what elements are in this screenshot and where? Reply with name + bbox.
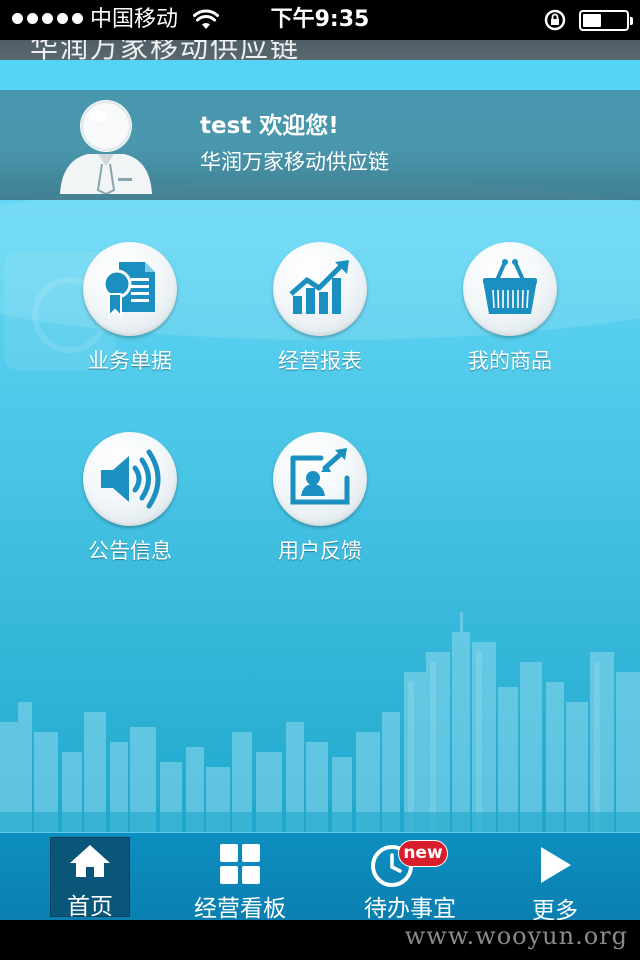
status-bar: 中国移动 下午9:35 [0, 0, 640, 40]
home-content: test 欢迎您! 华润万家移动供应链 业务单据 经营报表 我的商品 公告信息 … [0, 60, 640, 832]
menu-user-feedback[interactable]: 用户反馈 [225, 432, 415, 582]
rotation-lock-icon [543, 9, 567, 35]
tab-label: 首页 [67, 894, 113, 920]
menu-label: 业务单据 [88, 349, 172, 373]
grid-icon [219, 843, 261, 889]
play-arrow-icon [539, 845, 573, 889]
app-subtitle: 华润万家移动供应链 [200, 150, 389, 174]
menu-business-documents[interactable]: 业务单据 [35, 242, 225, 392]
header-title: 华润万家移动供应链 [30, 40, 301, 60]
new-badge: new [398, 840, 448, 867]
menu-label: 公告信息 [88, 539, 172, 563]
home-icon [68, 843, 112, 883]
tab-label: 待办事宜 [364, 896, 456, 922]
menu-announcements[interactable]: 公告信息 [35, 432, 225, 582]
phone-screen: 中国移动 下午9:35 华润万家移动供应链 test 欢迎您! 华润万家移动供应… [0, 0, 640, 960]
menu-label: 经营报表 [278, 349, 362, 373]
menu-label: 用户反馈 [278, 539, 362, 563]
tab-label: 经营看板 [194, 896, 286, 922]
tab-home[interactable]: 首页 [50, 837, 130, 920]
tab-more[interactable]: 更多 [515, 837, 595, 924]
watermark-text: www.wooyun.org [404, 922, 628, 950]
city-skyline-background [0, 612, 640, 832]
header-bar: 华润万家移动供应链 [0, 40, 640, 60]
menu-operating-reports[interactable]: 经营报表 [225, 242, 415, 392]
tab-dashboard[interactable]: 经营看板 [185, 837, 295, 922]
menu-label: 我的商品 [468, 349, 552, 373]
menu-my-products[interactable]: 我的商品 [415, 242, 605, 392]
battery-icon [579, 10, 633, 31]
user-info-panel: test 欢迎您! 华润万家移动供应链 [0, 90, 640, 200]
footer: www.wooyun.org [0, 920, 640, 960]
welcome-text: test 欢迎您! [200, 113, 339, 139]
bottom-tab-bar: 首页 经营看板 待办事宜 new 更多 [0, 832, 640, 924]
user-avatar-icon [58, 98, 154, 198]
